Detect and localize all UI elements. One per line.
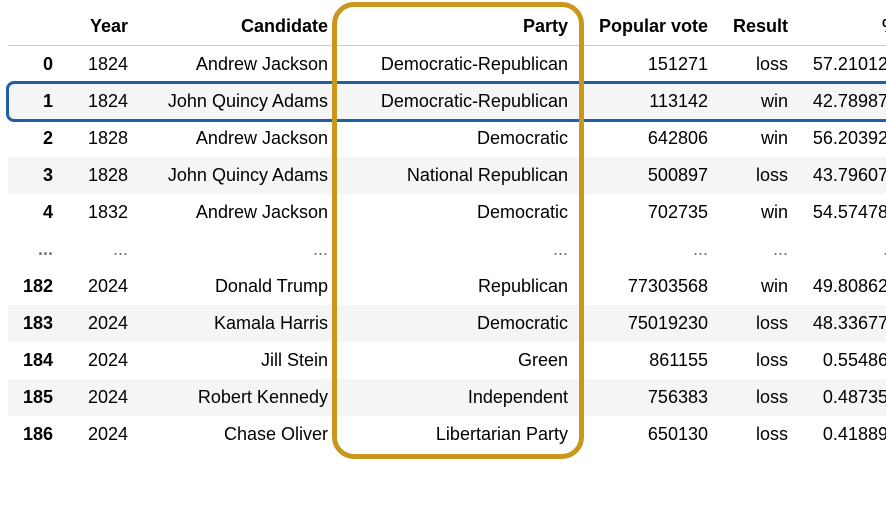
cell-vote: 113142 [578,83,718,120]
table-row: 11824John Quincy AdamsDemocratic-Republi… [8,83,886,120]
cell-vote: 642806 [578,120,718,157]
table-row: 31828John Quincy AdamsNational Republica… [8,157,886,194]
cell-vote: 77303568 [578,268,718,305]
cell-percent: 0.554864 [798,342,886,379]
cell-result: loss [718,342,798,379]
cell-percent: 54.574789 [798,194,886,231]
cell-party: Democratic-Republican [338,83,578,120]
cell-party: Libertarian Party [338,416,578,453]
table-row: 1862024Chase OliverLibertarian Party6501… [8,416,886,453]
cell-index: 186 [8,416,63,453]
cell-candidate: Jill Stein [138,342,338,379]
cell-party: Democratic [338,305,578,342]
table-row: 1832024Kamala HarrisDemocratic75019230lo… [8,305,886,342]
data-table: Year Candidate Party Popular vote Result… [8,8,886,453]
cell-vote: 756383 [578,379,718,416]
cell-year: 1828 [63,157,138,194]
cell-party: Green [338,342,578,379]
cell-result: win [718,120,798,157]
header-percent: % [798,8,886,46]
cell-party: Democratic [338,194,578,231]
cell-result: win [718,83,798,120]
cell-result: win [718,268,798,305]
cell-percent: 43.796073 [798,157,886,194]
cell-result: loss [718,305,798,342]
cell-vote: 861155 [578,342,718,379]
cell-index: 0 [8,46,63,84]
cell-candidate: Kamala Harris [138,305,338,342]
cell-year: 2024 [63,268,138,305]
cell-percent: 48.336772 [798,305,886,342]
cell-year: 1824 [63,83,138,120]
cell-index: 185 [8,379,63,416]
cell-percent: 49.808629 [798,268,886,305]
table-row: 21828Andrew JacksonDemocratic642806win56… [8,120,886,157]
table-row: 01824Andrew JacksonDemocratic-Republican… [8,46,886,84]
cell-percent: 56.203927 [798,120,886,157]
cell-percent: 42.789878 [798,83,886,120]
cell-candidate: Andrew Jackson [138,120,338,157]
header-party: Party [338,8,578,46]
cell-percent: 57.210122 [798,46,886,84]
cell-year: 1828 [63,120,138,157]
table-body: 01824Andrew JacksonDemocratic-Republican… [8,46,886,454]
cell-vote: 75019230 [578,305,718,342]
header-candidate: Candidate [138,8,338,46]
cell-index: 182 [8,268,63,305]
cell-year: 2024 [63,416,138,453]
table-row: 1852024Robert KennedyIndependent756383lo… [8,379,886,416]
cell-candidate: Andrew Jackson [138,194,338,231]
cell-party: Independent [338,379,578,416]
cell-candidate: Chase Oliver [138,416,338,453]
cell-ellipsis: ... [578,231,718,268]
cell-index: 2 [8,120,63,157]
cell-result: loss [718,157,798,194]
cell-ellipsis: ... [8,231,63,268]
header-result: Result [718,8,798,46]
header-popular-vote: Popular vote [578,8,718,46]
cell-year: 2024 [63,342,138,379]
cell-party: National Republican [338,157,578,194]
cell-party: Democratic [338,120,578,157]
cell-index: 4 [8,194,63,231]
table-row: 41832Andrew JacksonDemocratic702735win54… [8,194,886,231]
cell-year: 2024 [63,379,138,416]
cell-candidate: John Quincy Adams [138,83,338,120]
cell-candidate: Donald Trump [138,268,338,305]
cell-percent: 0.418895 [798,416,886,453]
cell-candidate: Robert Kennedy [138,379,338,416]
cell-vote: 650130 [578,416,718,453]
cell-result: loss [718,46,798,84]
cell-year: 2024 [63,305,138,342]
ellipsis-row: ..................... [8,231,886,268]
cell-ellipsis: ... [798,231,886,268]
cell-index: 184 [8,342,63,379]
cell-candidate: John Quincy Adams [138,157,338,194]
cell-candidate: Andrew Jackson [138,46,338,84]
cell-vote: 151271 [578,46,718,84]
cell-vote: 702735 [578,194,718,231]
cell-ellipsis: ... [63,231,138,268]
cell-year: 1824 [63,46,138,84]
cell-year: 1832 [63,194,138,231]
table-row: 1842024Jill SteinGreen861155loss0.554864 [8,342,886,379]
cell-result: loss [718,416,798,453]
cell-ellipsis: ... [718,231,798,268]
cell-vote: 500897 [578,157,718,194]
cell-index: 3 [8,157,63,194]
cell-index: 1 [8,83,63,120]
cell-ellipsis: ... [138,231,338,268]
cell-result: win [718,194,798,231]
cell-party: Democratic-Republican [338,46,578,84]
cell-ellipsis: ... [338,231,578,268]
cell-index: 183 [8,305,63,342]
header-year: Year [63,8,138,46]
header-row: Year Candidate Party Popular vote Result… [8,8,886,46]
cell-party: Republican [338,268,578,305]
header-index [8,8,63,46]
cell-percent: 0.487357 [798,379,886,416]
table-row: 1822024Donald TrumpRepublican77303568win… [8,268,886,305]
cell-result: loss [718,379,798,416]
